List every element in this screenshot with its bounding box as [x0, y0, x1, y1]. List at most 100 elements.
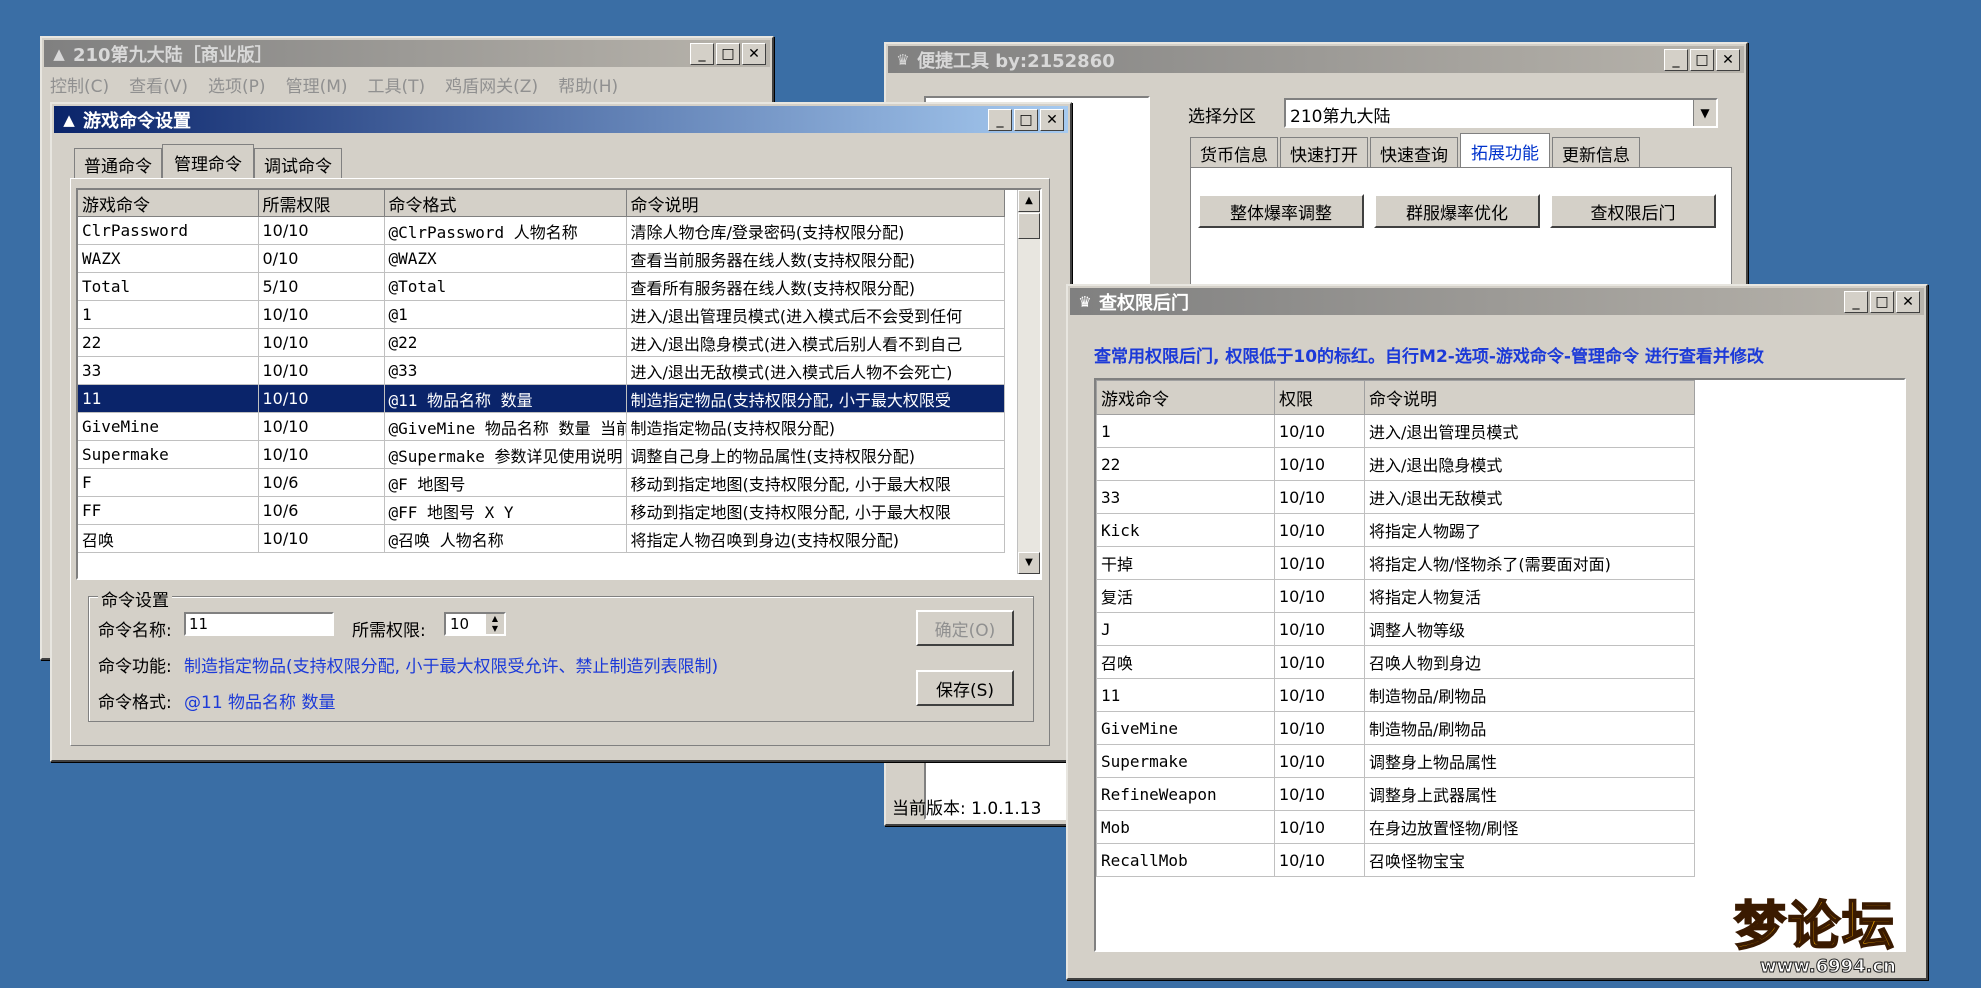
tab-debug-commands[interactable]: 调试命令: [254, 148, 342, 179]
menu-manage[interactable]: 管理(M): [286, 72, 348, 97]
perm-cell-permission: 10/10: [1274, 612, 1365, 646]
perm-row[interactable]: 召唤 10/10 召唤人物到身边: [1096, 645, 1695, 679]
perm-window-titlebar[interactable]: ♛ 查权限后门 _ □ ✕: [1070, 288, 1924, 315]
permission-spinner[interactable]: 10 ▲ ▼: [444, 612, 506, 636]
perm-cell-command: 33: [1096, 480, 1275, 514]
tab-quick-query[interactable]: 快速查询: [1370, 137, 1458, 168]
col-format[interactable]: 命令格式: [384, 190, 627, 217]
perm-cell-description: 将指定人物踢了: [1364, 513, 1695, 547]
chevron-down-icon[interactable]: ▼: [1693, 100, 1716, 126]
minimize-button[interactable]: _: [690, 43, 714, 65]
perm-grid[interactable]: 游戏命令 权限 命令说明 1 10/10 进入/退出管理员模式 22 10/10 进入/退…: [1094, 378, 1906, 952]
command-row[interactable]: FF 10/6 @FF 地图号 X Y 移动到指定地图(支持权限分配, 小于最大权限: [78, 496, 1005, 525]
dialog-maximize-button[interactable]: □: [1014, 109, 1038, 131]
perm-table: 游戏命令 权限 命令说明 1 10/10 进入/退出管理员模式 22 10/10 进入/退…: [1096, 380, 1695, 877]
cell-command: WAZX: [78, 244, 259, 273]
overall-droprate-button[interactable]: 整体爆率调整: [1198, 194, 1364, 228]
command-row[interactable]: 1 10/10 @1 进入/退出管理员模式(进入模式后不会受到任何: [78, 300, 1005, 329]
menu-gateway[interactable]: 鸡盾网关(Z): [445, 72, 538, 97]
col-permission[interactable]: 所需权限: [258, 190, 385, 217]
perm-row[interactable]: GiveMine 10/10 制造物品/刷物品: [1096, 711, 1695, 745]
menu-tools[interactable]: 工具(T): [368, 72, 426, 97]
perm-close-button[interactable]: ✕: [1896, 291, 1920, 313]
save-button[interactable]: 保存(S): [916, 670, 1014, 706]
cell-permission: 10/10: [258, 384, 385, 413]
perm-row[interactable]: 复活 10/10 将指定人物复活: [1096, 579, 1695, 613]
menu-view[interactable]: 查看(V): [129, 72, 188, 97]
spinner-arrows-icon[interactable]: ▲ ▼: [486, 614, 504, 634]
col-description[interactable]: 命令说明: [626, 190, 1005, 217]
command-row[interactable]: 33 10/10 @33 进入/退出无敌模式(进入模式后人物不会死亡): [78, 356, 1005, 385]
menu-options[interactable]: 选项(P): [208, 72, 266, 97]
menu-control[interactable]: 控制(C): [50, 72, 109, 97]
command-row[interactable]: ClrPassword 10/10 @ClrPassword 人物名称 清除人物仓库/…: [78, 216, 1005, 245]
perm-row[interactable]: Supermake 10/10 调整身上物品属性: [1096, 744, 1695, 778]
perm-table-header: 游戏命令 权限 命令说明: [1096, 380, 1695, 415]
cell-description: 进入/退出管理员模式(进入模式后不会受到任何: [626, 300, 1005, 329]
perm-col-command[interactable]: 游戏命令: [1096, 380, 1275, 415]
command-row[interactable]: GiveMine 10/10 @GiveMine 物品名称 数量 当前 制造指定物品(…: [78, 412, 1005, 441]
cell-description: 查看当前服务器在线人数(支持权限分配): [626, 244, 1005, 273]
tools-window-titlebar[interactable]: ♛ 便捷工具 by:2152860 _ □ ✕: [888, 46, 1744, 73]
maximize-button[interactable]: □: [716, 43, 740, 65]
perm-cell-description: 调整身上物品属性: [1364, 744, 1695, 778]
dialog-close-button[interactable]: ✕: [1040, 109, 1064, 131]
perm-row[interactable]: RefineWeapon 10/10 调整身上武器属性: [1096, 777, 1695, 811]
confirm-button[interactable]: 确定(O): [916, 610, 1014, 646]
cell-command: F: [78, 468, 259, 497]
command-row[interactable]: 召唤 10/10 @召唤 人物名称 将指定人物召唤到身边(支持权限分配): [78, 524, 1005, 553]
perm-row[interactable]: RecallMob 10/10 召唤怪物宝宝: [1096, 843, 1695, 877]
perm-minimize-button[interactable]: _: [1844, 291, 1868, 313]
close-button[interactable]: ✕: [742, 43, 766, 65]
tab-updates[interactable]: 更新信息: [1552, 137, 1640, 168]
perm-row[interactable]: J 10/10 调整人物等级: [1096, 612, 1695, 646]
dialog-minimize-button[interactable]: _: [988, 109, 1012, 131]
scroll-thumb[interactable]: [1018, 213, 1040, 239]
perm-row[interactable]: 1 10/10 进入/退出管理员模式: [1096, 414, 1695, 448]
perm-maximize-button[interactable]: □: [1870, 291, 1894, 313]
tab-quick-open[interactable]: 快速打开: [1280, 137, 1368, 168]
perm-row[interactable]: 11 10/10 制造物品/刷物品: [1096, 678, 1695, 712]
zone-select[interactable]: 210第九大陆 ▼: [1284, 98, 1718, 128]
tools-close-button[interactable]: ✕: [1716, 49, 1740, 71]
perm-cell-command: J: [1096, 612, 1275, 646]
tab-normal-commands[interactable]: 普通命令: [74, 148, 162, 179]
check-backdoor-button[interactable]: 查权限后门: [1550, 194, 1716, 228]
command-row[interactable]: 11 10/10 @11 物品名称 数量 制造指定物品(支持权限分配, 小于最大权限受: [78, 384, 1005, 413]
perm-row[interactable]: Mob 10/10 在身边放置怪物/刷怪: [1096, 810, 1695, 844]
command-row[interactable]: WAZX 0/10 @WAZX 查看当前服务器在线人数(支持权限分配): [78, 244, 1005, 273]
perm-row[interactable]: 干掉 10/10 将指定人物/怪物杀了(需要面对面): [1096, 546, 1695, 580]
tab-admin-commands[interactable]: 管理命令: [162, 144, 254, 179]
perm-row[interactable]: 22 10/10 进入/退出隐身模式: [1096, 447, 1695, 481]
col-command[interactable]: 游戏命令: [78, 190, 259, 217]
tab-currency[interactable]: 货币信息: [1190, 137, 1278, 168]
cell-format: @ClrPassword 人物名称: [384, 216, 627, 245]
grid-scrollbar[interactable]: ▲ ▼: [1017, 190, 1040, 574]
command-settings-label: 命令设置: [98, 586, 172, 611]
command-table-header: 游戏命令 所需权限 命令格式 命令说明: [78, 190, 1005, 217]
perm-row[interactable]: Kick 10/10 将指定人物踢了: [1096, 513, 1695, 547]
scroll-up-button[interactable]: ▲: [1018, 190, 1040, 212]
tools-maximize-button[interactable]: □: [1690, 49, 1714, 71]
command-table: 游戏命令 所需权限 命令格式 命令说明 ClrPassword 10/10 @Clr…: [78, 190, 1005, 553]
perm-row[interactable]: 33 10/10 进入/退出无敌模式: [1096, 480, 1695, 514]
command-grid[interactable]: 游戏命令 所需权限 命令格式 命令说明 ClrPassword 10/10 @Clr…: [76, 188, 1042, 580]
menu-help[interactable]: 帮助(H): [558, 72, 618, 97]
tools-minimize-button[interactable]: _: [1664, 49, 1688, 71]
perm-cell-permission: 10/10: [1274, 546, 1365, 580]
command-row[interactable]: Total 5/10 @Total 查看所有服务器在线人数(支持权限分配): [78, 272, 1005, 301]
tab-extensions[interactable]: 拓展功能: [1460, 133, 1550, 168]
command-row[interactable]: Supermake 10/10 @Supermake 参数详见使用说明 调整自己身上的…: [78, 440, 1005, 469]
cmd-dialog-titlebar[interactable]: ▲ 游戏命令设置 _ □ ✕: [54, 106, 1068, 133]
cell-permission: 10/10: [258, 216, 385, 245]
perm-cell-permission: 10/10: [1274, 711, 1365, 745]
perm-col-permission[interactable]: 权限: [1274, 380, 1365, 415]
perm-col-description[interactable]: 命令说明: [1364, 380, 1695, 415]
command-row[interactable]: F 10/6 @F 地图号 移动到指定地图(支持权限分配, 小于最大权限: [78, 468, 1005, 497]
scroll-down-button[interactable]: ▼: [1018, 552, 1040, 574]
command-name-input[interactable]: [184, 612, 334, 636]
cell-format: @Total: [384, 272, 627, 301]
main-window-titlebar[interactable]: ▲ 210第九大陆［商业版］ _ □ ✕: [44, 40, 770, 67]
group-droprate-button[interactable]: 群服爆率优化: [1374, 194, 1540, 228]
command-row[interactable]: 22 10/10 @22 进入/退出隐身模式(进入模式后别人看不到自己: [78, 328, 1005, 357]
